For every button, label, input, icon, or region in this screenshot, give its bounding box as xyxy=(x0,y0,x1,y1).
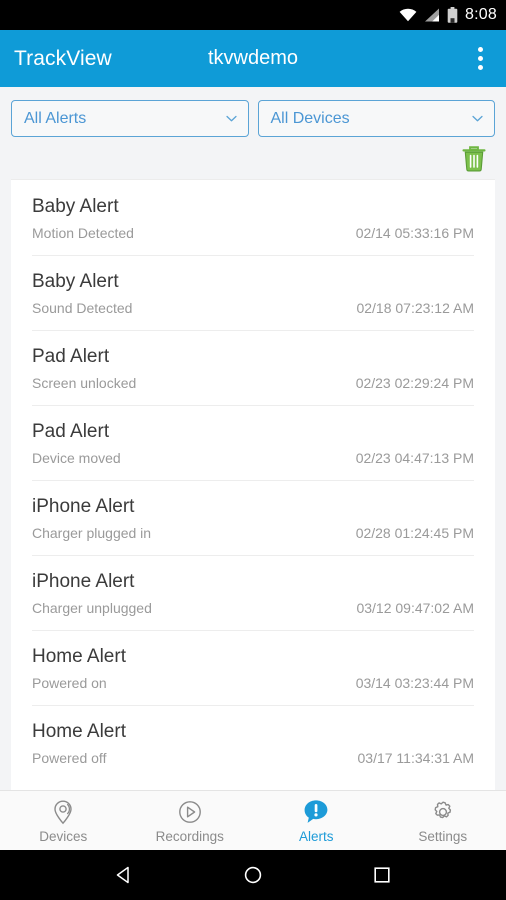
alert-title: iPhone Alert xyxy=(32,496,135,518)
list-item[interactable]: Home Alert Powered off 03/17 11:34:31 AM xyxy=(11,705,495,780)
list-item[interactable]: iPhone Alert Charger plugged in 02/28 01… xyxy=(11,480,495,555)
cellular-signal-icon xyxy=(424,8,440,22)
list-item[interactable]: Baby Alert Motion Detected 02/14 05:33:1… xyxy=(11,180,495,255)
alert-title: Baby Alert xyxy=(32,271,119,293)
alert-description: Motion Detected xyxy=(32,224,134,241)
nav-item-settings[interactable]: Settings xyxy=(380,798,506,844)
alert-description: Charger unplugged xyxy=(32,599,152,616)
filter-row: All Alerts All Devices xyxy=(0,87,506,137)
alert-timestamp: 02/14 05:33:16 PM xyxy=(355,224,474,241)
alert-title: Home Alert xyxy=(32,721,126,743)
alert-description: Powered on xyxy=(32,674,107,691)
alert-type-select[interactable]: All Alerts xyxy=(11,100,249,137)
list-item[interactable]: Pad Alert Device moved 02/23 04:47:13 PM xyxy=(11,405,495,480)
nav-label-alerts: Alerts xyxy=(298,828,334,844)
location-pin-icon xyxy=(50,798,76,826)
alert-timestamp: 02/23 04:47:13 PM xyxy=(355,449,474,466)
status-clock: 8:08 xyxy=(465,6,497,23)
list-item[interactable]: iPhone Alert Charger unplugged 03/12 09:… xyxy=(11,555,495,630)
device-select-value: All Devices xyxy=(270,109,350,127)
wifi-icon xyxy=(399,8,417,22)
alert-timestamp: 02/18 07:23:12 AM xyxy=(356,299,474,316)
alert-subline: Powered off 03/17 11:34:31 AM xyxy=(32,750,474,766)
alert-subline: Device moved 02/23 04:47:13 PM xyxy=(32,450,474,466)
delete-row xyxy=(0,137,506,179)
alert-bubble-icon xyxy=(302,798,330,826)
gear-icon xyxy=(430,798,456,826)
alert-description: Powered off xyxy=(32,749,107,766)
alert-subline: Charger plugged in 02/28 01:24:45 PM xyxy=(32,525,474,541)
nav-label-devices: Devices xyxy=(39,828,88,844)
list-item[interactable]: Pad Alert Screen unlocked 02/23 02:29:24… xyxy=(11,330,495,405)
alert-title: iPhone Alert xyxy=(32,571,135,593)
alert-timestamp: 02/28 01:24:45 PM xyxy=(355,524,474,541)
home-circle-icon[interactable] xyxy=(242,864,264,886)
alert-subline: Screen unlocked 02/23 02:29:24 PM xyxy=(32,375,474,391)
alert-description: Sound Detected xyxy=(32,299,133,316)
alert-title: Pad Alert xyxy=(32,346,110,368)
alert-timestamp: 02/23 02:29:24 PM xyxy=(355,374,474,391)
nav-label-settings: Settings xyxy=(418,828,468,844)
list-item[interactable]: Baby Alert Sound Detected 02/18 07:23:12… xyxy=(11,255,495,330)
alert-list-container[interactable]: Baby Alert Motion Detected 02/14 05:33:1… xyxy=(0,179,506,790)
alert-description: Screen unlocked xyxy=(32,374,137,391)
alert-description: Charger plugged in xyxy=(32,524,152,541)
alert-type-select-value: All Alerts xyxy=(24,109,87,127)
play-circle-icon xyxy=(177,798,203,826)
alert-title: Home Alert xyxy=(32,646,126,668)
alert-timestamp: 03/12 09:47:02 AM xyxy=(356,599,474,616)
app-screen: 8:08 TrackView tkvwdemo All Alerts All D… xyxy=(0,0,506,900)
list-item[interactable]: Home Alert Powered on 03/14 03:23:44 PM xyxy=(11,630,495,705)
overflow-menu-icon[interactable] xyxy=(468,45,492,73)
nav-item-alerts[interactable]: Alerts xyxy=(253,798,380,844)
alert-list-card: Baby Alert Motion Detected 02/14 05:33:1… xyxy=(11,179,495,790)
alert-timestamp: 03/17 11:34:31 AM xyxy=(357,749,475,766)
bottom-navigation: Devices Recordings Alerts Settings xyxy=(0,790,506,850)
device-select[interactable]: All Devices xyxy=(257,100,495,137)
alert-subline: Charger unplugged 03/12 09:47:02 AM xyxy=(32,600,474,616)
system-nav-bar xyxy=(0,850,506,900)
alert-subline: Motion Detected 02/14 05:33:16 PM xyxy=(32,225,474,241)
chevron-down-icon xyxy=(472,115,483,121)
alert-description: Device moved xyxy=(32,449,121,466)
status-bar: 8:08 xyxy=(0,0,506,30)
battery-icon xyxy=(447,7,458,23)
nav-item-recordings[interactable]: Recordings xyxy=(127,798,254,844)
nav-item-devices[interactable]: Devices xyxy=(0,798,127,844)
recents-square-icon[interactable] xyxy=(371,864,393,886)
alert-timestamp: 03/14 03:23:44 PM xyxy=(355,674,474,691)
delete-alerts-button[interactable] xyxy=(459,143,489,173)
nav-label-recordings: Recordings xyxy=(155,828,224,844)
alert-subline: Powered on 03/14 03:23:44 PM xyxy=(32,675,474,691)
app-title: TrackView xyxy=(14,46,112,70)
app-bar: TrackView tkvwdemo xyxy=(0,30,506,87)
back-triangle-icon[interactable] xyxy=(113,864,135,886)
chevron-down-icon xyxy=(225,115,237,121)
alert-subline: Sound Detected 02/18 07:23:12 AM xyxy=(32,300,474,316)
alert-title: Baby Alert xyxy=(32,196,119,218)
trash-icon xyxy=(462,146,486,172)
alert-title: Pad Alert xyxy=(32,421,110,443)
